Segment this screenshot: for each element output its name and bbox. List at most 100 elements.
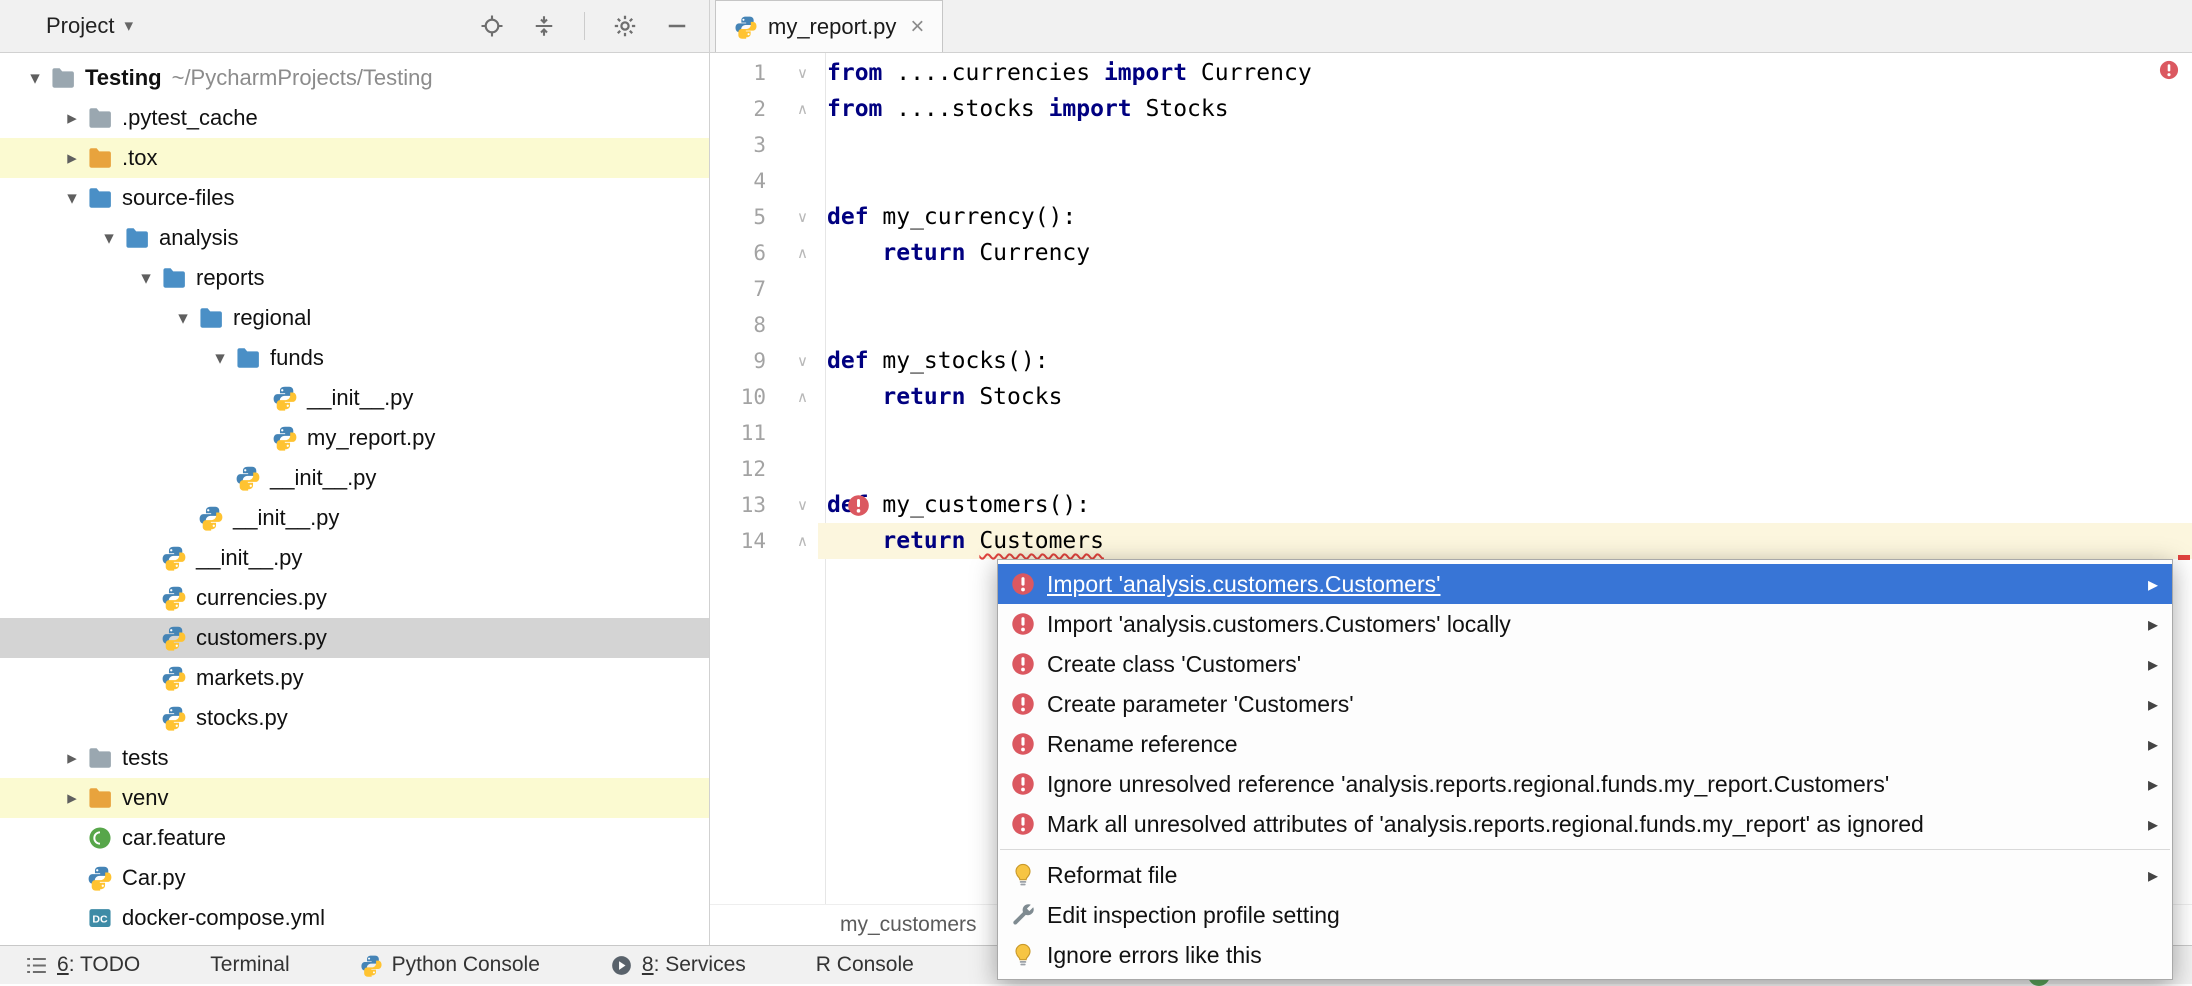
code-line-4[interactable]: 4 (710, 163, 2192, 199)
fold-end-icon[interactable]: ∧ (772, 379, 818, 415)
tree-item-source-files[interactable]: ▾source-files (0, 178, 709, 218)
status-item-r-console[interactable]: R Console (816, 953, 914, 977)
tree-item-markets-py[interactable]: markets.py (0, 658, 709, 698)
tree-item-customers-py[interactable]: customers.py (0, 618, 709, 658)
line-number: 5 (710, 199, 772, 235)
menu-item-rename-reference[interactable]: Rename reference▸ (998, 724, 2172, 764)
code-line-5[interactable]: 5∨def my_currency(): (710, 199, 2192, 235)
code-line-10[interactable]: 10∧ return Stocks (710, 379, 2192, 415)
code-text (818, 451, 2192, 487)
status-item-label: Python Console (392, 953, 540, 977)
fold-end-icon[interactable]: ∧ (772, 235, 818, 271)
project-tool-window-switcher[interactable]: Project ▾ (46, 13, 133, 39)
tree-item-car-feature[interactable]: car.feature (0, 818, 709, 858)
tree-item-venv[interactable]: ▸ venv (0, 778, 709, 818)
code-line-2[interactable]: 2∧from ....stocks import Stocks (710, 91, 2192, 127)
menu-item-ignore-unresolved-reference-analysis-reports-reg[interactable]: Ignore unresolved reference 'analysis.re… (998, 764, 2172, 804)
tree-item-stocks-py[interactable]: stocks.py (0, 698, 709, 738)
tree-item-tox[interactable]: ▸ .tox (0, 138, 709, 178)
settings-icon[interactable] (613, 14, 637, 38)
tree-item-init-py[interactable]: __init__.py (0, 498, 709, 538)
menu-item-create-class-customers[interactable]: Create class 'Customers'▸ (998, 644, 2172, 684)
chevron-collapsed-icon[interactable]: ▸ (57, 147, 87, 169)
services-icon (610, 954, 633, 977)
tree-item-regional[interactable]: ▾regional (0, 298, 709, 338)
code-line-7[interactable]: 7 (710, 271, 2192, 307)
tree-item-label: customers.py (196, 625, 327, 651)
status-item-8-services[interactable]: 8: Services (610, 953, 746, 977)
collapse-all-icon[interactable] (532, 14, 556, 38)
folder-source-icon (124, 225, 150, 251)
fold-start-icon[interactable]: ∨ (772, 343, 818, 379)
tree-item-init-py[interactable]: __init__.py (0, 378, 709, 418)
chevron-collapsed-icon[interactable]: ▸ (57, 107, 87, 129)
code-line-9[interactable]: 9∨def my_stocks(): (710, 343, 2192, 379)
tree-item-currencies-py[interactable]: currencies.py (0, 578, 709, 618)
chevron-expanded-icon[interactable]: ▾ (57, 187, 87, 209)
menu-item-ignore-errors-like-this[interactable]: Ignore errors like this (998, 935, 2172, 975)
menu-item-label: Import 'analysis.customers.Customers' (1047, 571, 1441, 598)
tree-item-funds[interactable]: ▾funds (0, 338, 709, 378)
tree-item-my-report-py[interactable]: my_report.py (0, 418, 709, 458)
tab-my-report-py[interactable]: my_report.py × (715, 0, 943, 52)
code-text: from ....currencies import Currency (818, 55, 2192, 91)
tree-item-label: venv (122, 785, 168, 811)
line-number: 11 (710, 415, 772, 451)
folder-excluded-icon (87, 145, 113, 171)
tree-item-init-py[interactable]: __init__.py (0, 458, 709, 498)
tree-item-init-py[interactable]: __init__.py (0, 538, 709, 578)
code-line-14[interactable]: 14∧ return Customers (710, 523, 2192, 559)
status-item-terminal[interactable]: Terminal (210, 953, 289, 977)
tree-item-pytest-cache[interactable]: ▸.pytest_cache (0, 98, 709, 138)
line-number: 9 (710, 343, 772, 379)
status-item-python-console[interactable]: Python Console (360, 953, 540, 977)
fold-start-icon[interactable]: ∨ (772, 199, 818, 235)
code-line-11[interactable]: 11 (710, 415, 2192, 451)
intention-error-icon[interactable] (846, 493, 871, 518)
tree-item-reports[interactable]: ▾reports (0, 258, 709, 298)
inspection-error-icon[interactable] (2158, 59, 2180, 81)
chevron-expanded-icon[interactable]: ▾ (205, 347, 235, 369)
tree-item-car-py[interactable]: Car.py (0, 858, 709, 898)
fold-end-icon[interactable]: ∧ (772, 91, 818, 127)
code-line-3[interactable]: 3 (710, 127, 2192, 163)
chevron-collapsed-icon[interactable]: ▸ (57, 787, 87, 809)
close-icon[interactable]: × (910, 15, 924, 39)
code-line-12[interactable]: 12 (710, 451, 2192, 487)
fold-spacer (772, 415, 818, 451)
menu-item-import-analysis-customers-customers[interactable]: Import 'analysis.customers.Customers'▸ (998, 564, 2172, 604)
menu-item-mark-all-unresolved-attributes-of-analysis-repor[interactable]: Mark all unresolved attributes of 'analy… (998, 804, 2172, 844)
folder-source-icon (161, 265, 187, 291)
tree-item-analysis[interactable]: ▾analysis (0, 218, 709, 258)
status-item-6-todo[interactable]: 6: TODO (25, 953, 140, 977)
chevron-expanded-icon[interactable]: ▾ (131, 267, 161, 289)
fold-start-icon[interactable]: ∨ (772, 487, 818, 523)
hide-icon[interactable] (665, 14, 689, 38)
menu-item-label: Mark all unresolved attributes of 'analy… (1047, 811, 1924, 838)
code-line-13[interactable]: 13∨def my_customers(): (710, 487, 2192, 523)
breadcrumb-item[interactable]: my_customers (840, 913, 977, 937)
chevron-expanded-icon[interactable]: ▾ (20, 67, 50, 89)
status-item-label: R Console (816, 953, 914, 977)
menu-item-import-analysis-customers-customers-locally[interactable]: Import 'analysis.customers.Customers' lo… (998, 604, 2172, 644)
error-icon (1010, 691, 1036, 717)
menu-item-edit-inspection-profile-setting[interactable]: Edit inspection profile setting (998, 895, 2172, 935)
error-stripe-mark[interactable] (2178, 555, 2190, 560)
fold-start-icon[interactable]: ∨ (772, 55, 818, 91)
menu-item-reformat-file[interactable]: Reformat file▸ (998, 855, 2172, 895)
tab-label: my_report.py (768, 14, 896, 40)
chevron-collapsed-icon[interactable]: ▸ (57, 747, 87, 769)
code-line-6[interactable]: 6∧ return Currency (710, 235, 2192, 271)
code-line-8[interactable]: 8 (710, 307, 2192, 343)
chevron-expanded-icon[interactable]: ▾ (168, 307, 198, 329)
tree-item-label: currencies.py (196, 585, 327, 611)
fold-end-icon[interactable]: ∧ (772, 523, 818, 559)
tree-item-tests[interactable]: ▸tests (0, 738, 709, 778)
menu-item-create-parameter-customers[interactable]: Create parameter 'Customers'▸ (998, 684, 2172, 724)
tree-item-testing[interactable]: ▾Testing~/PycharmProjects/Testing (0, 58, 709, 98)
chevron-expanded-icon[interactable]: ▾ (94, 227, 124, 249)
code-line-1[interactable]: 1∨from ....currencies import Currency (710, 55, 2192, 91)
tree-item-docker-compose-yml[interactable]: DCdocker-compose.yml (0, 898, 709, 938)
tree-item-label: .tox (122, 145, 157, 171)
locate-icon[interactable] (480, 14, 504, 38)
